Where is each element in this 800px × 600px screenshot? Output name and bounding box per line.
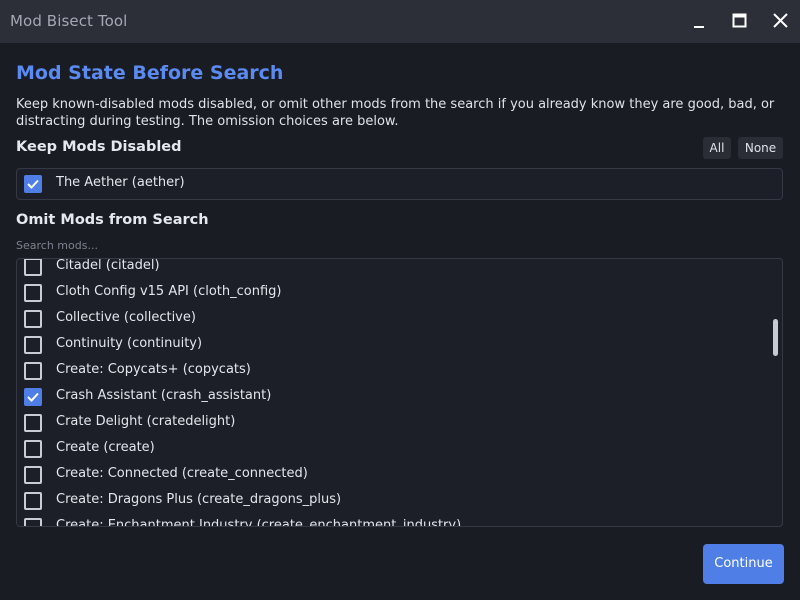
list-item-label: Crash Assistant (crash_assistant) — [56, 388, 272, 403]
select-none-button[interactable]: None — [738, 137, 783, 159]
checkbox[interactable] — [24, 414, 42, 432]
title-bar: Mod Bisect Tool — [0, 0, 800, 43]
list-item-label: Cloth Config v15 API (cloth_config) — [56, 284, 282, 299]
check-icon — [27, 179, 39, 189]
list-item[interactable]: Create: Enchantment Industry (create_enc… — [17, 514, 772, 527]
checkbox[interactable] — [24, 518, 42, 526]
keep-disabled-list: The Aether (aether) — [16, 168, 783, 200]
list-item-label: Create: Copycats+ (copycats) — [56, 362, 251, 377]
check-icon — [27, 392, 39, 402]
checkbox[interactable] — [24, 310, 42, 328]
list-item-label: Create (create) — [56, 440, 155, 455]
checkbox[interactable] — [24, 175, 42, 193]
checkbox[interactable] — [24, 362, 42, 380]
list-item[interactable]: Cloth Config v15 API (cloth_config) — [17, 280, 772, 306]
maximize-icon — [732, 13, 747, 28]
minimize-icon — [694, 26, 704, 28]
search-input[interactable] — [16, 237, 316, 253]
list-item-label: Create: Connected (create_connected) — [56, 466, 308, 481]
maximize-button[interactable] — [720, 0, 760, 43]
page-title: Mod State Before Search — [16, 62, 284, 84]
list-item-label: Continuity (continuity) — [56, 336, 203, 351]
checkbox[interactable] — [24, 466, 42, 484]
omit-mods-label: Omit Mods from Search — [16, 212, 209, 228]
scrollbar-thumb[interactable] — [773, 319, 778, 356]
list-item-label: Create: Enchantment Industry (create_enc… — [56, 518, 462, 527]
checkbox[interactable] — [24, 440, 42, 458]
page-description: Keep known-disabled mods disabled, or om… — [16, 97, 775, 129]
list-item-label: Create: Dragons Plus (create_dragons_plu… — [56, 492, 342, 507]
checkbox[interactable] — [24, 336, 42, 354]
close-button[interactable] — [760, 0, 800, 43]
list-item[interactable]: Create: Connected (create_connected) — [17, 462, 772, 488]
list-item[interactable]: Crate Delight (cratedelight) — [17, 410, 772, 436]
list-item[interactable]: The Aether (aether) — [17, 171, 772, 197]
list-item-label: Collective (collective) — [56, 310, 196, 325]
list-item-label: Citadel (citadel) — [56, 258, 160, 273]
checkbox[interactable] — [24, 284, 42, 302]
list-item[interactable]: Create (create) — [17, 436, 772, 462]
list-item[interactable]: Create: Copycats+ (copycats) — [17, 358, 772, 384]
minimize-button[interactable] — [680, 0, 720, 43]
checkbox[interactable] — [24, 492, 42, 510]
list-item[interactable]: Citadel (citadel) — [17, 258, 772, 280]
omit-mods-list[interactable]: Citadel (citadel) Cloth Config v15 API (… — [16, 258, 783, 527]
select-all-button[interactable]: All — [703, 137, 731, 159]
keep-disabled-label: Keep Mods Disabled — [16, 139, 182, 155]
list-item[interactable]: Create: Dragons Plus (create_dragons_plu… — [17, 488, 772, 514]
list-item-label: Crate Delight (cratedelight) — [56, 414, 236, 429]
window-title: Mod Bisect Tool — [10, 12, 128, 30]
checkbox[interactable] — [24, 388, 42, 406]
list-item[interactable]: Continuity (continuity) — [17, 332, 772, 358]
close-icon — [773, 13, 788, 28]
list-item-label: The Aether (aether) — [56, 175, 185, 190]
continue-button[interactable]: Continue — [703, 544, 784, 584]
checkbox[interactable] — [24, 259, 42, 276]
list-item[interactable]: Collective (collective) — [17, 306, 772, 332]
list-item[interactable]: Crash Assistant (crash_assistant) — [17, 384, 772, 410]
